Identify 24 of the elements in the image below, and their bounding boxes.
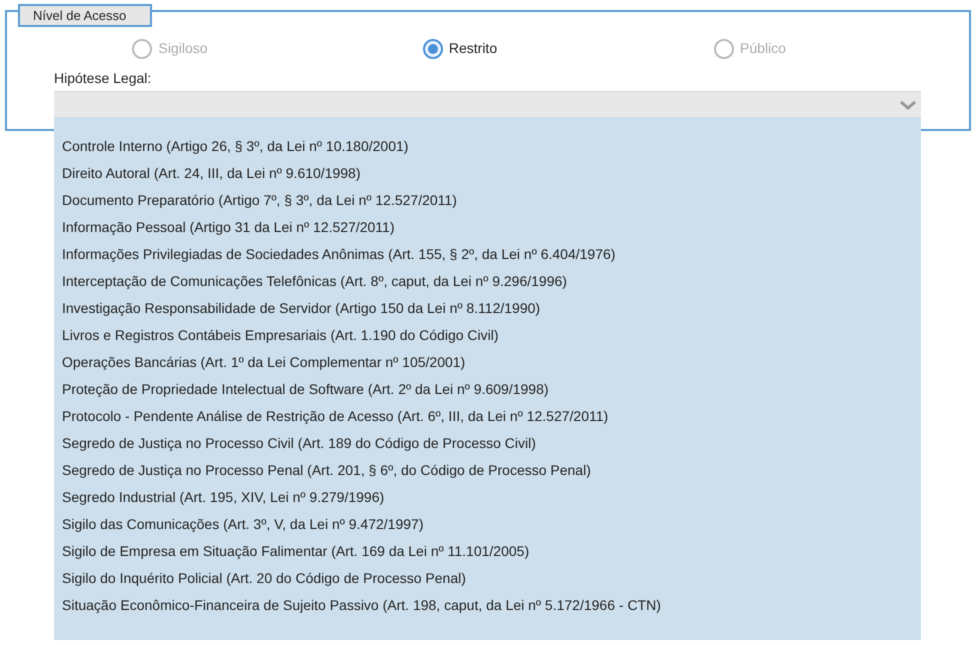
dropdown-option[interactable]: Segredo de Justiça no Processo Civil (Art. 189 do Código de Processo Civil): [62, 430, 536, 457]
field-label: Hipótese Legal:: [54, 69, 152, 87]
dropdown-option[interactable]: Sigilo das Comunicações (Art. 3º, V, da Lei nº 9.472/1997): [62, 511, 424, 538]
dropdown-option[interactable]: Operações Bancárias (Art. 1º da Lei Complementar nº 105/2001): [62, 349, 466, 376]
radio-button[interactable]: [422, 38, 443, 58]
dropdown-option[interactable]: Situação Econômico-Financeira de Sujeito Passivo (Art. 198, caput, da Lei nº 5.172/1966 - CTN): [62, 592, 661, 619]
dropdown-option[interactable]: Segredo Industrial (Art. 195, XIV, Lei nº 9.279/1996): [62, 484, 384, 511]
dropdown-option[interactable]: Controle Interno (Artigo 26, § 3º, da Lei nº 10.180/2001): [62, 133, 408, 160]
fieldset-legend: Nível de Acesso: [18, 4, 152, 27]
dropdown-option[interactable]: Informações Privilegiadas de Sociedades Anônimas (Art. 155, § 2º, da Lei nº 6.404/1976): [62, 241, 616, 268]
dropdown-option[interactable]: Sigilo de Empresa em Situação Falimentar (Art. 169 da Lei nº 11.101/2005): [62, 538, 530, 565]
dropdown-option[interactable]: Livros e Registros Contábeis Empresariais (Art. 1.190 do Código Civil): [62, 322, 499, 349]
radio-option[interactable]: Restrito: [422, 38, 498, 59]
dropdown-option[interactable]: Investigação Responsabilidade de Servidor (Artigo 150 da Lei nº 8.112/1990): [62, 295, 540, 322]
dropdown-option[interactable]: Protocolo - Pendente Análise de Restrição de Acesso (Art. 6º, III, da Lei nº 12.527/2011): [62, 403, 608, 430]
dropdown-option[interactable]: Proteção de Propriedade Intelectual de Software (Art. 2º da Lei nº 9.609/1998): [62, 376, 549, 403]
dropdown-option[interactable]: Documento Preparatório (Artigo 7º, § 3º, da Lei nº 12.527/2011): [62, 187, 457, 214]
dropdown-option[interactable]: Segredo de Justiça no Processo Penal (Art. 201, § 6º, do Código de Processo Penal): [62, 457, 591, 484]
chevron-down-icon: [899, 100, 917, 110]
dropdown-option[interactable]: Interceptação de Comunicações Telefônicas (Art. 8º, caput, da Lei nº 9.296/1996): [62, 268, 567, 295]
dropdown-option[interactable]: Direito Autoral (Art. 24, III, da Lei nº 9.610/1998): [62, 160, 361, 187]
dropdown-option[interactable]: Informação Pessoal (Artigo 31 da Lei nº 12.527/2011): [62, 214, 395, 241]
select-field[interactable]: [54, 91, 921, 117]
dropdown-option[interactable]: Sigilo do Inquérito Policial (Art. 20 do Código de Processo Penal): [62, 565, 466, 592]
